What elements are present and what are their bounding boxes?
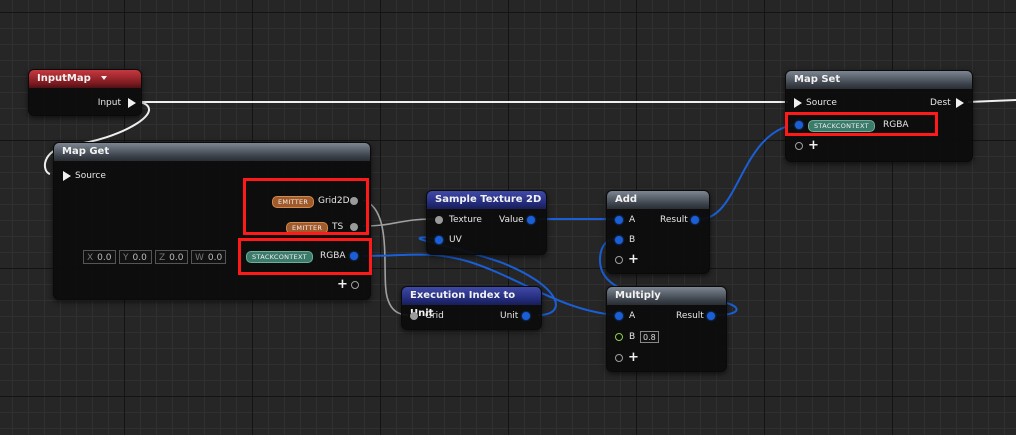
b-pin-label: B: [629, 235, 636, 245]
texture-input-pin-icon[interactable]: [435, 216, 443, 224]
add-pin-plus-icon[interactable]: +: [628, 351, 639, 364]
sample-texture-2d-header[interactable]: Sample Texture 2D: [427, 191, 546, 209]
add-pin-plus-icon[interactable]: +: [808, 139, 819, 152]
default-w-field[interactable]: W 0.0: [191, 250, 226, 264]
add-pin-icon[interactable]: [795, 142, 803, 150]
input-map-node[interactable]: InputMap Input: [28, 69, 142, 116]
result-pin-label: Result: [676, 311, 704, 321]
b-input-pin-icon[interactable]: [615, 236, 623, 244]
add-pin-plus-icon[interactable]: +: [337, 278, 348, 291]
exec-input-pin-icon[interactable]: [794, 98, 802, 108]
a-pin-label: A: [629, 311, 636, 321]
source-pin-label: Source: [75, 171, 106, 181]
value-output-pin-icon[interactable]: [527, 216, 535, 224]
multiply-header[interactable]: Multiply: [607, 287, 726, 305]
unit-pin-label: Unit: [500, 311, 519, 321]
source-pin-label: Source: [806, 98, 837, 108]
multiply-node[interactable]: Multiply A Result B 0.8 +: [606, 286, 727, 372]
map-set-header[interactable]: Map Set: [786, 71, 972, 89]
input-map-header[interactable]: InputMap: [29, 70, 141, 88]
map-get-header[interactable]: Map Get: [54, 143, 370, 161]
highlight-box-emitter-outputs: [243, 178, 369, 235]
execution-index-to-unit-node[interactable]: Execution Index to Unit Grid Unit: [401, 286, 542, 330]
input-map-title: InputMap: [37, 73, 91, 84]
exec-wire-mapset-out: [967, 99, 1016, 103]
a-input-pin-icon[interactable]: [615, 312, 623, 320]
dest-pin-label: Dest: [930, 98, 951, 108]
result-output-pin-icon[interactable]: [691, 216, 699, 224]
add-pin-icon[interactable]: [351, 281, 359, 289]
texture-pin-label: Texture: [449, 215, 482, 225]
default-y-field[interactable]: Y 0.0: [119, 250, 152, 264]
exec-output-pin-icon[interactable]: [128, 98, 136, 108]
b-value-field[interactable]: 0.8: [640, 331, 659, 343]
uv-pin-label: UV: [449, 235, 462, 245]
add-pin-icon[interactable]: [615, 256, 623, 264]
add-pin-icon[interactable]: [615, 354, 623, 362]
value-pin-label: Value: [499, 215, 524, 225]
exec-output-pin-icon[interactable]: [956, 98, 964, 108]
unit-output-pin-icon[interactable]: [522, 312, 530, 320]
highlight-box-mapset-rgba: [785, 112, 938, 136]
highlight-box-mapget-rgba: [238, 238, 372, 275]
grid-pin-label: Grid: [425, 311, 444, 321]
a-input-pin-icon[interactable]: [615, 216, 623, 224]
b-pin-label: B: [629, 332, 636, 342]
add-header[interactable]: Add: [607, 191, 709, 209]
exec-input-pin-icon[interactable]: [63, 171, 71, 181]
add-node[interactable]: Add A Result B +: [606, 190, 710, 274]
add-pin-plus-icon[interactable]: +: [628, 253, 639, 266]
add-to-mapset-rgba: [699, 123, 799, 220]
input-pin-label: Input: [97, 98, 121, 108]
ts-wire: [362, 218, 435, 227]
default-x-field[interactable]: X 0.0: [83, 250, 116, 264]
a-pin-label: A: [629, 215, 636, 225]
uv-input-pin-icon[interactable]: [435, 236, 443, 244]
b-input-pin-icon[interactable]: [615, 333, 623, 341]
default-z-field[interactable]: Z 0.0: [155, 250, 188, 264]
result-output-pin-icon[interactable]: [707, 312, 715, 320]
execution-index-to-unit-header[interactable]: Execution Index to Unit: [402, 287, 541, 319]
grid-input-pin-icon[interactable]: [410, 312, 418, 320]
sample-texture-2d-node[interactable]: Sample Texture 2D Texture Value UV: [426, 190, 547, 255]
chevron-down-icon[interactable]: [100, 76, 107, 80]
result-pin-label: Result: [660, 215, 688, 225]
